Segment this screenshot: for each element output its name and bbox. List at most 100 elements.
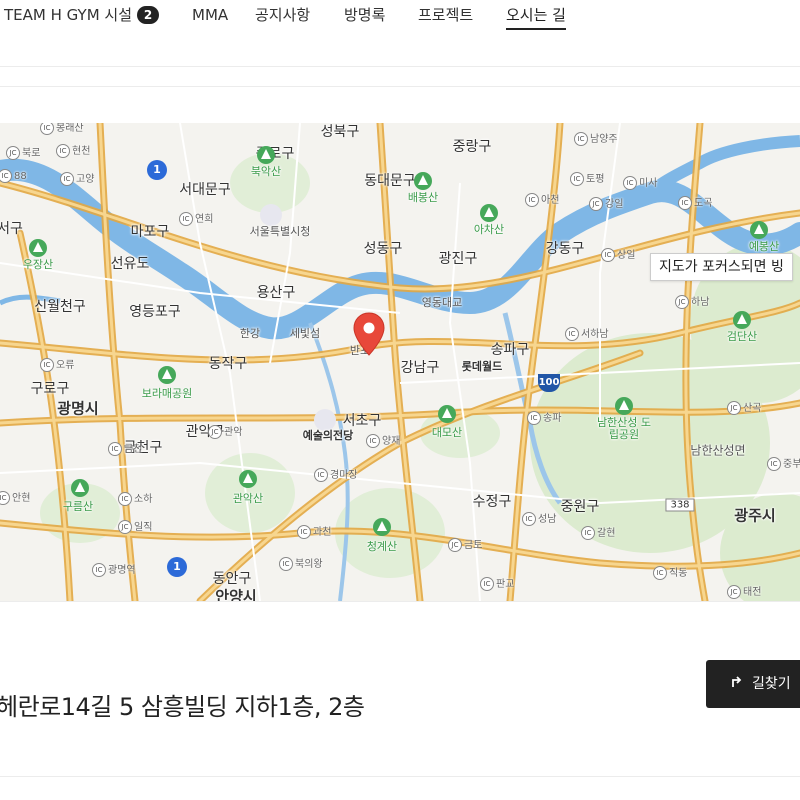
- park-icon: [438, 405, 456, 423]
- ic-icon: IC: [522, 512, 536, 526]
- ic-icon: JC: [589, 197, 603, 211]
- map-label-park: 북악산: [250, 165, 282, 178]
- ic-icon: IC: [314, 468, 328, 482]
- map-label-park: 보라매공원: [141, 387, 193, 400]
- map-ic-label: IC 현천: [56, 142, 90, 158]
- map-label-place: 한강: [239, 327, 261, 340]
- ic-icon: IC: [56, 144, 70, 158]
- map-label-district: 용산구: [256, 285, 296, 301]
- map-ic-label: IC 안현: [0, 489, 30, 505]
- map-label-city: 광주시: [734, 506, 776, 525]
- map-view[interactable]: 성북구 중랑구 종로구 서대문구 동대문구 마포구 성동구 광진구 강동구 용산…: [0, 123, 800, 601]
- map-ic-label: IC 서하남: [565, 325, 609, 341]
- ic-icon: JC: [675, 295, 689, 309]
- tab-guestbook[interactable]: 방명록: [344, 4, 385, 30]
- map-ic-label: IC 금천: [108, 440, 142, 456]
- map-label-park: 우장산: [22, 258, 54, 271]
- map-label-park: 관악산: [232, 492, 264, 505]
- map-ic-label: IC 연희: [179, 210, 213, 226]
- map-label-district: 마포구: [130, 224, 170, 240]
- map-label-park: 아차산: [473, 223, 505, 236]
- turn-arrow-icon: [730, 660, 744, 708]
- park-icon: [373, 518, 391, 536]
- map-ic-label: JC 관악: [208, 423, 242, 439]
- ic-icon: JC: [727, 401, 741, 415]
- tab-notice[interactable]: 공지사항: [255, 4, 310, 30]
- map-ic-label: JC 북로: [6, 144, 40, 160]
- location-pin-icon[interactable]: [352, 311, 386, 357]
- ic-icon: IC: [480, 577, 494, 591]
- address-text: 헤란로14길 5 삼흥빌딩 지하1층, 2층: [0, 693, 365, 721]
- map-ic-label: IC 양재: [366, 432, 400, 448]
- tab-bar: TEAM H GYM 시설 2 MMA 공지사항 방명록 프로젝트 오시는 길: [0, 0, 800, 34]
- route-100-marker: 100: [538, 374, 560, 392]
- map-label-place: 서울특별시청: [249, 225, 311, 238]
- map-ic-label: IC 봉래산: [40, 123, 84, 135]
- map-label-district: 강남구: [400, 360, 440, 376]
- map-ic-label: IC 경마장: [314, 466, 358, 482]
- ic-icon: IC: [92, 563, 106, 577]
- map-ic-label: IC 송파: [527, 409, 561, 425]
- ic-icon: JC: [6, 146, 20, 160]
- map-ic-label: JC 하남: [675, 293, 709, 309]
- ic-icon: IC: [767, 457, 781, 471]
- route-338-marker: 338: [665, 498, 695, 512]
- map-label-place: 세빛섬: [289, 327, 321, 340]
- map-label-park: 남한산성 도립공원: [596, 416, 652, 441]
- map-label-park: 예봉산: [748, 240, 780, 253]
- route-1-marker: 1: [147, 160, 167, 180]
- ic-icon: IC: [366, 434, 380, 448]
- map-label-place: 롯데월드: [461, 360, 503, 373]
- park-icon: [615, 397, 633, 415]
- tab-gym-facility[interactable]: TEAM H GYM 시설 2: [4, 4, 160, 30]
- divider: [0, 86, 800, 87]
- ic-icon: IC: [527, 411, 541, 425]
- map-ic-label: IC 판교: [480, 575, 514, 591]
- map-label-district: 신월천구: [34, 299, 86, 315]
- ic-icon: IC: [60, 172, 74, 186]
- map-label-district: 영등포구: [129, 304, 181, 320]
- map-ic-label: JC 태전: [727, 583, 761, 599]
- facility-count-badge: 2: [137, 6, 160, 24]
- map-label-district: 서대문구: [179, 182, 231, 198]
- map-label-district: 수정구: [472, 494, 512, 510]
- map-label-park: 남한산성면: [690, 443, 746, 458]
- ic-icon: JC: [727, 585, 741, 599]
- map-label-district: 구로구: [30, 381, 70, 397]
- ic-icon: IC: [653, 566, 667, 580]
- map-label-district: 선유도: [110, 256, 150, 272]
- park-icon: [414, 172, 432, 190]
- ic-icon: IC: [279, 557, 293, 571]
- map-label-district: 송파구: [490, 342, 530, 358]
- directions-button[interactable]: 길찾기: [706, 660, 800, 708]
- tab-directions[interactable]: 오시는 길: [506, 4, 566, 30]
- divider: [0, 776, 800, 777]
- map-ic-label: IC 남양주: [574, 130, 618, 146]
- map-ic-label: IC 도곡: [678, 194, 712, 210]
- map-ic-label: IC 과천: [297, 523, 331, 539]
- directions-label: 길찾기: [752, 676, 791, 692]
- map-label-district: 중랑구: [452, 139, 492, 155]
- park-icon: [733, 311, 751, 329]
- map-label-park: 청계산: [366, 540, 398, 553]
- ic-icon: IC: [574, 132, 588, 146]
- map-label-park: 검단산: [726, 330, 758, 343]
- ic-icon: IC: [179, 212, 193, 226]
- map-label-city: 광명시: [57, 399, 99, 418]
- map-label-city: 안양시: [215, 587, 257, 602]
- divider: [0, 66, 800, 67]
- ic-icon: IC: [678, 196, 692, 210]
- ic-icon: IC: [623, 176, 637, 190]
- park-icon: [29, 239, 47, 257]
- route-1-marker: 1: [167, 557, 187, 577]
- map-ic-label: JC 산곡: [727, 399, 761, 415]
- park-icon: [158, 366, 176, 384]
- tab-mma[interactable]: MMA: [192, 4, 228, 30]
- ic-icon: IC: [0, 491, 10, 505]
- ic-icon: IC: [297, 525, 311, 539]
- ic-icon: IC: [581, 526, 595, 540]
- map-ic-label: IC 성남: [522, 510, 556, 526]
- tab-project[interactable]: 프로젝트: [418, 4, 473, 30]
- map-ic-label: IC 중부: [767, 455, 800, 471]
- map-label-district: 광진구: [438, 251, 478, 267]
